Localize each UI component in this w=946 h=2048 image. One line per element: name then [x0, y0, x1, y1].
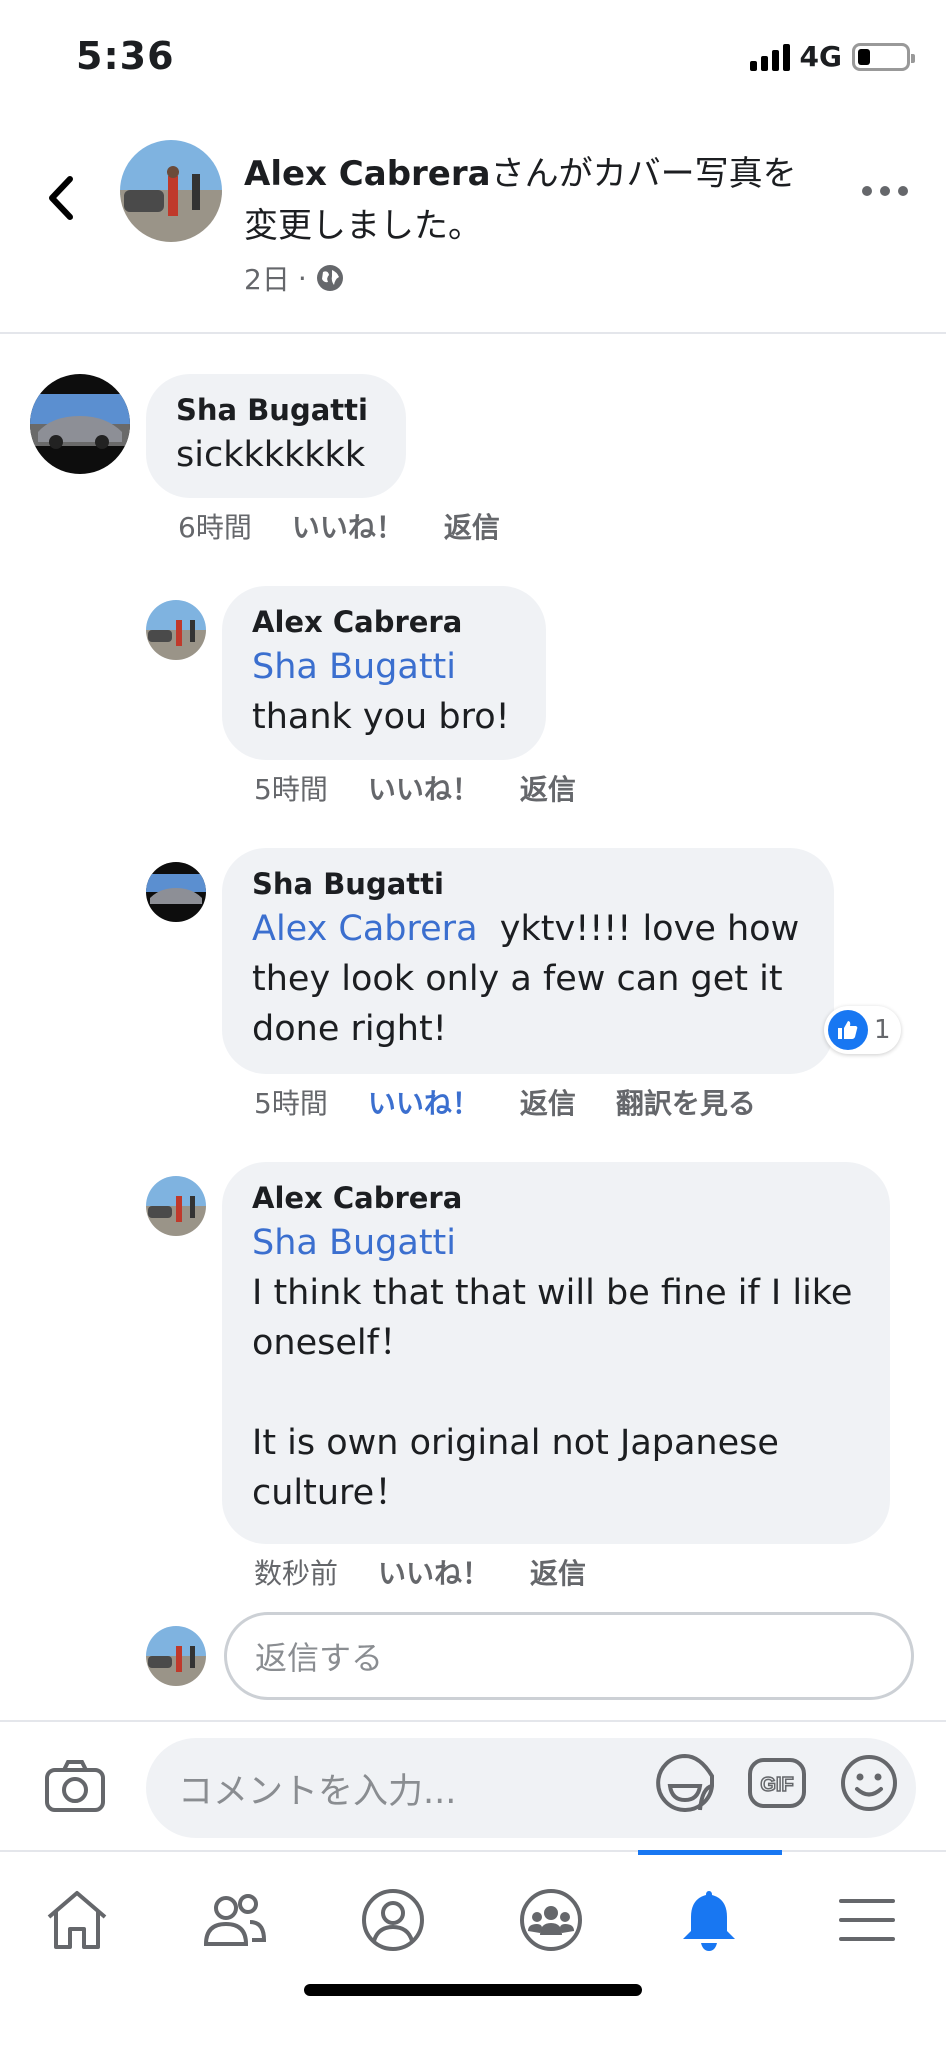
- network-label: 4G: [799, 40, 842, 73]
- reply-button[interactable]: 返信: [520, 768, 576, 808]
- translate-button[interactable]: 翻訳を見る: [616, 1082, 756, 1122]
- like-button[interactable]: いいね！: [368, 1082, 480, 1122]
- reply-button[interactable]: 返信: [530, 1552, 586, 1592]
- notifications-icon: [683, 1891, 735, 1951]
- mention-link[interactable]: Sha Bugatti: [252, 647, 456, 687]
- reply-author[interactable]: Sha Bugatti: [252, 864, 804, 904]
- mention-link[interactable]: Sha Bugatti: [252, 1223, 456, 1263]
- comment-bubble[interactable]: Sha Bugatti sickkkkkkk: [146, 374, 406, 498]
- friends-icon: [203, 1894, 267, 1946]
- reply-time: 5時間: [254, 1087, 328, 1120]
- groups-icon: [520, 1889, 582, 1951]
- tab-groups[interactable]: [496, 1880, 606, 1960]
- tab-home[interactable]: [22, 1880, 132, 1960]
- comment-time: 6時間: [178, 511, 252, 544]
- comment-author[interactable]: Sha Bugatti: [176, 390, 376, 430]
- back-button[interactable]: [36, 168, 86, 228]
- like-button[interactable]: いいね！: [292, 506, 404, 546]
- camera-icon: [45, 1760, 105, 1812]
- reply-text: I think that that will be fine if I like…: [252, 1273, 853, 1513]
- post-author[interactable]: Alex Cabrera: [244, 154, 491, 194]
- reply-bubble[interactable]: Sha Bugatti Alex Cabrera yktv!!!! love h…: [222, 848, 834, 1074]
- comment-composer: コメントを入力... GIF: [0, 1720, 946, 1850]
- signal-icon: [749, 43, 790, 71]
- sticker-icon[interactable]: [654, 1752, 716, 1814]
- profile-icon: [362, 1889, 424, 1951]
- battery-icon: [852, 42, 915, 71]
- globe-icon: [316, 265, 343, 291]
- replier-avatar[interactable]: [146, 1176, 206, 1236]
- composer-actions: GIF: [654, 1752, 900, 1814]
- viewer-avatar: [146, 1626, 206, 1686]
- reply-time: 5時間: [254, 773, 328, 806]
- like-button[interactable]: いいね！: [378, 1552, 490, 1592]
- status-bar: 5:36 4G: [0, 0, 946, 120]
- status-time: 5:36: [76, 34, 175, 78]
- post-meta: 2日 ·: [244, 258, 345, 298]
- replier-avatar[interactable]: [146, 600, 206, 660]
- status-indicators: 4G: [749, 40, 915, 73]
- comment-actions: 6時間 いいね！ 返信: [178, 506, 500, 546]
- reply-actions: 5時間 いいね！ 返信: [254, 768, 576, 808]
- reply-bubble[interactable]: Alex Cabrera Sha Bugatti I think that th…: [222, 1162, 890, 1544]
- thumbs-up-icon: [828, 1010, 868, 1050]
- gif-label: GIF: [760, 1774, 793, 1796]
- gif-icon[interactable]: GIF: [746, 1752, 808, 1814]
- mention-link[interactable]: Alex Cabrera: [252, 909, 478, 949]
- reaction-count: 1: [874, 1015, 891, 1045]
- comment-text: sickkkkkkk: [176, 435, 366, 475]
- reply-time: 数秒前: [254, 1557, 339, 1590]
- post-header: Alex Cabreraさんがカバー写真を変更しました。 2日 ·: [0, 120, 946, 334]
- emoji-icon[interactable]: [838, 1752, 900, 1814]
- reply-actions: 数秒前 いいね！ 返信: [254, 1552, 586, 1592]
- reply-author[interactable]: Alex Cabrera: [252, 1178, 860, 1218]
- home-indicator[interactable]: [304, 1984, 642, 1996]
- reply-placeholder: 返信する: [255, 1639, 384, 1677]
- replier-avatar[interactable]: [146, 862, 206, 922]
- reply-author[interactable]: Alex Cabrera: [252, 602, 516, 642]
- reply-input[interactable]: 返信する: [224, 1612, 914, 1700]
- commenter-avatar[interactable]: [30, 374, 130, 474]
- tab-friends[interactable]: [180, 1880, 290, 1960]
- post-time: 2日: [244, 263, 290, 296]
- camera-button[interactable]: [44, 1758, 106, 1818]
- reply-button[interactable]: 返信: [520, 1082, 576, 1122]
- meta-separator: ·: [297, 261, 307, 295]
- reaction-badge[interactable]: 1: [824, 1006, 901, 1054]
- like-button[interactable]: いいね！: [368, 768, 480, 808]
- comment-placeholder: コメントを入力...: [178, 1771, 457, 1812]
- more-options-button[interactable]: [862, 186, 908, 196]
- reply-actions: 5時間 いいね！ 返信 翻訳を見る: [254, 1082, 756, 1122]
- tab-bar: [0, 1850, 946, 2048]
- reply-text: thank you bro!: [252, 697, 510, 737]
- home-icon: [47, 1891, 107, 1949]
- active-tab-indicator: [638, 1850, 782, 1855]
- post-title: Alex Cabreraさんがカバー写真を変更しました。: [244, 148, 824, 252]
- tab-notifications[interactable]: [654, 1880, 764, 1960]
- author-avatar[interactable]: [120, 140, 222, 242]
- reply-button[interactable]: 返信: [444, 506, 500, 546]
- tab-profile[interactable]: [338, 1880, 448, 1960]
- chevron-left-icon: [49, 176, 73, 220]
- reply-bubble[interactable]: Alex Cabrera Sha Bugatti thank you bro!: [222, 586, 546, 760]
- menu-icon: [839, 1899, 895, 1941]
- tab-menu[interactable]: [812, 1880, 922, 1960]
